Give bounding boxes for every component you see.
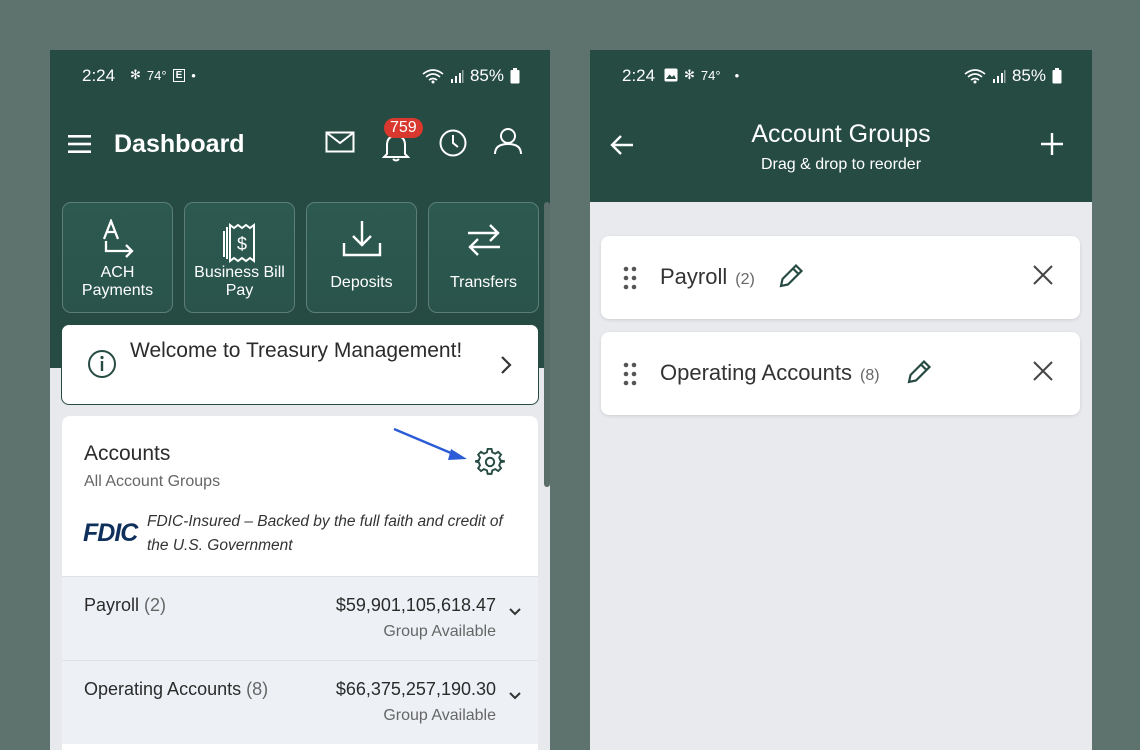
chevron-down-icon[interactable] (508, 607, 522, 617)
group-name: Payroll (84, 595, 140, 615)
group-name: Operating Accounts (660, 360, 853, 385)
battery-percent: 85% (469, 66, 504, 85)
menu-icon[interactable] (68, 134, 92, 154)
ach-payments-tile[interactable]: ACH Payments (62, 202, 173, 313)
welcome-banner[interactable]: Welcome to Treasury Management! (61, 324, 539, 405)
pencil-icon[interactable] (777, 262, 805, 290)
dot-icon: • (734, 67, 740, 83)
page-title: Account Groups (751, 120, 931, 148)
tile-label: Transfers (450, 274, 517, 291)
battery-icon (510, 68, 520, 84)
page-subtitle: Drag & drop to reorder (760, 156, 922, 173)
gear-icon[interactable] (475, 447, 505, 477)
chevron-right-icon (501, 356, 512, 374)
group-name: Payroll (660, 264, 728, 289)
account-groups-screen: 2:24 ✻ 74° • 85% Account Groups Drag & d… (590, 50, 1092, 750)
signal-icon (450, 70, 464, 83)
group-count: (8) (860, 367, 880, 384)
status-icons: ✻ 74° E • (130, 67, 196, 83)
mail-icon[interactable] (325, 131, 355, 153)
status-temp: 74° (700, 67, 721, 83)
fan-icon: ✻ (130, 67, 141, 82)
group-name: Operating Accounts (84, 679, 242, 699)
status-temp: 74° (146, 67, 167, 83)
group-card[interactable]: Operating Accounts (8) (601, 332, 1080, 415)
battery-icon (1052, 68, 1062, 84)
quick-actions: ACH Payments $ Business Bill Pay Deposit… (62, 202, 550, 314)
accounts-subtitle: All Account Groups (84, 473, 221, 490)
group-card[interactable]: Payroll (2) (601, 236, 1080, 319)
page-title: Dashboard (114, 130, 245, 158)
signal-icon (992, 70, 1006, 83)
transfers-tile[interactable]: Transfers (428, 202, 539, 313)
tile-label: Deposits (330, 274, 393, 291)
close-icon[interactable] (1032, 264, 1054, 286)
status-bar: 2:24 ✻ 74° E • 85% (50, 64, 550, 90)
battery-percent: 85% (1011, 66, 1046, 85)
accounts-title: Accounts (84, 442, 171, 465)
ach-icon (102, 219, 134, 258)
drag-handle-icon[interactable] (623, 266, 637, 290)
tile-label: Business Bill Pay (194, 264, 285, 299)
fan-icon: ✻ (684, 67, 695, 82)
scrollbar[interactable] (544, 202, 550, 487)
account-group-row[interactable]: Operating Accounts (8) $66,375,257,190.3… (62, 660, 538, 744)
info-icon (88, 350, 116, 378)
business-bill-pay-tile[interactable]: $ Business Bill Pay (184, 202, 295, 313)
fdic-text: FDIC-Insured – Backed by the full faith … (147, 513, 503, 554)
status-time: 2:24 (82, 66, 116, 85)
status-right: 85% (964, 66, 1062, 86)
status-icons: ✻ 74° • (664, 67, 739, 83)
deposit-icon (342, 221, 381, 257)
fdic-logo: FDIC (83, 519, 138, 547)
group-count: (8) (246, 679, 269, 699)
status-right: 85% (422, 66, 520, 86)
welcome-text: Welcome to Treasury Management! (130, 339, 463, 362)
svg-text:$: $ (236, 234, 246, 254)
chevron-down-icon[interactable] (508, 691, 522, 701)
deposits-tile[interactable]: Deposits (306, 202, 417, 313)
group-count: (2) (735, 271, 755, 288)
dashboard-screen: 2:24 ✻ 74° E • 85% Dashboard 759 ACH Pay… (50, 50, 550, 750)
close-icon[interactable] (1032, 360, 1054, 382)
accounts-card: Accounts All Account Groups FDIC FDIC-In… (62, 416, 538, 750)
annotation-arrow (393, 427, 467, 460)
notification-badge: 759 (384, 118, 423, 138)
group-amount: $66,375,257,190.30 (335, 679, 496, 699)
status-bar: 2:24 ✻ 74° • 85% (590, 64, 1092, 90)
bill-pay-icon: $ (222, 223, 255, 263)
dot-icon: • (191, 67, 196, 83)
group-count: (2) (144, 595, 167, 615)
group-available-label: Group Available (383, 623, 496, 640)
profile-icon[interactable] (492, 126, 524, 156)
drag-handle-icon[interactable] (623, 362, 637, 386)
wifi-icon (422, 69, 444, 84)
group-amount: $59,901,105,618.47 (335, 595, 496, 615)
account-group-row[interactable]: Payroll (2) $59,901,105,618.47 Group Ava… (62, 576, 538, 660)
status-time: 2:24 (622, 66, 656, 85)
pencil-icon[interactable] (905, 358, 933, 386)
tile-label: ACH Payments (81, 264, 154, 299)
wifi-icon (964, 69, 986, 84)
add-group-icon[interactable] (1040, 132, 1064, 156)
group-available-label: Group Available (383, 707, 496, 724)
history-clock-icon[interactable] (438, 128, 468, 158)
transfer-icon (467, 224, 500, 256)
image-icon (664, 68, 678, 82)
app-e-icon: E (172, 68, 186, 82)
